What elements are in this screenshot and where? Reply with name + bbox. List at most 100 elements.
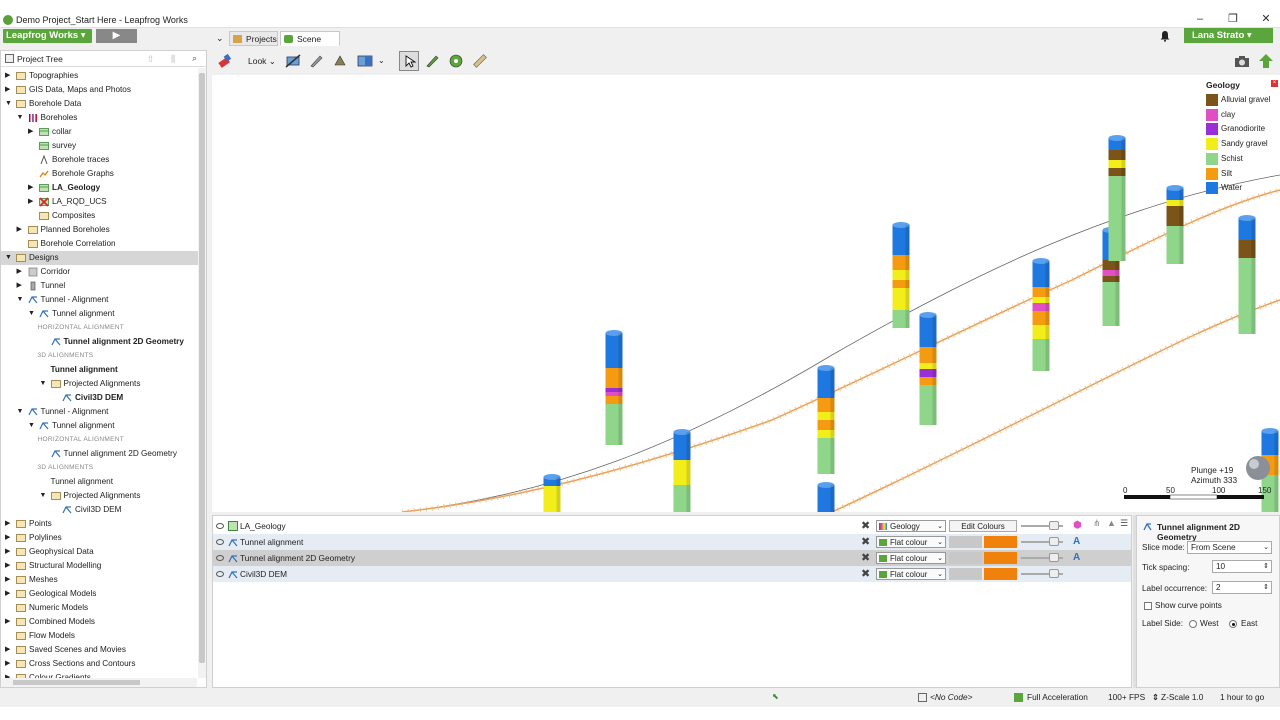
tree-item[interactable]: Tunnel alignment 2D Geometry bbox=[1, 447, 197, 461]
tree-item[interactable]: Flow Models bbox=[1, 629, 197, 643]
expand-arrow-icon[interactable]: ▶ bbox=[17, 223, 25, 237]
tree-item[interactable]: ▼ Projected Alignments bbox=[1, 489, 197, 503]
play-button[interactable]: ▶ bbox=[96, 29, 137, 43]
remove-from-scene-icon[interactable]: ✖ bbox=[861, 550, 870, 566]
look-menu-button[interactable]: Look ⌄ bbox=[248, 56, 276, 67]
expand-arrow-icon[interactable]: ▶ bbox=[5, 545, 13, 559]
secondary-colour-swatch[interactable] bbox=[949, 568, 982, 580]
tree-item[interactable]: ▶ LA_Geology bbox=[1, 181, 197, 195]
maximize-icon[interactable]: ❐ bbox=[1226, 13, 1240, 25]
tree-item[interactable]: ▶ Planned Boreholes bbox=[1, 223, 197, 237]
tree-item[interactable]: ▶ Geophysical Data bbox=[1, 545, 197, 559]
list-menu-icon[interactable]: ☰ bbox=[1120, 518, 1128, 529]
tree-item[interactable]: ▶ Meshes bbox=[1, 573, 197, 587]
visibility-eye-icon[interactable] bbox=[216, 539, 224, 545]
user-menu-button[interactable]: Lana Strato ▾ bbox=[1184, 28, 1273, 43]
collapse-arrow-icon[interactable]: ▼ bbox=[28, 307, 36, 321]
tree-item[interactable]: Tunnel alignment bbox=[1, 475, 197, 489]
edit-colours-button[interactable]: Edit Colours bbox=[949, 520, 1017, 532]
tree-horizontal-scrollbar[interactable] bbox=[1, 678, 197, 687]
tree-item[interactable]: ▶ Points bbox=[1, 517, 197, 531]
expand-arrow-icon[interactable]: ▶ bbox=[5, 587, 13, 601]
tree-item[interactable]: ▶ collar bbox=[1, 125, 197, 139]
expand-arrow-icon[interactable]: ▶ bbox=[28, 195, 36, 209]
tree-item[interactable]: ▼ Tunnel alignment bbox=[1, 307, 197, 321]
tree-item[interactable]: ▼ Tunnel - Alignment bbox=[1, 293, 197, 307]
tree-item[interactable]: Numeric Models bbox=[1, 601, 197, 615]
tree-item[interactable]: ▶ Topographies bbox=[1, 69, 197, 83]
west-radio[interactable] bbox=[1189, 620, 1197, 628]
transparency-slider[interactable] bbox=[1021, 521, 1063, 530]
tree-item[interactable]: Tunnel alignment bbox=[1, 363, 197, 377]
tree-item[interactable]: ▶ Geological Models bbox=[1, 587, 197, 601]
tree-item[interactable]: ▶ Corridor bbox=[1, 265, 197, 279]
visibility-eye-icon[interactable] bbox=[216, 571, 224, 577]
tree-item[interactable]: Borehole Graphs bbox=[1, 167, 197, 181]
tree-item[interactable]: HORIZONTAL ALIGNMENT bbox=[1, 321, 197, 335]
slice-mode-select[interactable]: From Scene ⌄ bbox=[1187, 541, 1272, 554]
orientation-globe[interactable] bbox=[1246, 456, 1270, 480]
remove-from-scene-icon[interactable]: ✖ bbox=[861, 518, 870, 534]
expand-arrow-icon[interactable]: ▶ bbox=[5, 615, 13, 629]
collapse-arrow-icon[interactable]: ▼ bbox=[17, 405, 25, 419]
tree-item[interactable]: ▶ Saved Scenes and Movies bbox=[1, 643, 197, 657]
tree-item[interactable]: ▼ Tunnel alignment bbox=[1, 419, 197, 433]
section-dropdown-icon[interactable]: ⌄ bbox=[378, 56, 385, 65]
tree-item[interactable]: ▶ Polylines bbox=[1, 531, 197, 545]
colour-mode-select[interactable]: Flat colour ⌄ bbox=[876, 552, 946, 564]
status-no-code[interactable]: <No Code> bbox=[930, 692, 972, 702]
expand-arrow-icon[interactable]: ▶ bbox=[5, 83, 13, 97]
tree-item[interactable]: 3D ALIGNMENTS bbox=[1, 349, 197, 363]
tick-spacing-input[interactable]: 10 ⇕ bbox=[1212, 560, 1272, 573]
close-icon[interactable]: ✕ bbox=[1259, 13, 1273, 25]
primary-colour-swatch[interactable] bbox=[984, 552, 1017, 564]
erase-icon[interactable] bbox=[217, 53, 233, 69]
legend-toggle-icon[interactable]: ⬢ bbox=[1073, 518, 1082, 534]
expand-arrow-icon[interactable]: ▶ bbox=[5, 69, 13, 83]
expand-arrow-icon[interactable]: ▶ bbox=[5, 573, 13, 587]
pencil-icon[interactable] bbox=[308, 53, 324, 69]
transparency-slider[interactable] bbox=[1021, 569, 1063, 578]
tree-item[interactable]: ▶ Cross Sections and Contours bbox=[1, 657, 197, 671]
tree-item[interactable]: Tunnel alignment 2D Geometry bbox=[1, 335, 197, 349]
expand-arrow-icon[interactable]: ▶ bbox=[28, 125, 36, 139]
tree-item[interactable]: ▶ GIS Data, Maps and Photos bbox=[1, 83, 197, 97]
shape-row[interactable]: Civil3D DEM ✖ Flat colour ⌄ bbox=[213, 566, 1131, 582]
tree-item[interactable]: ▶ Tunnel bbox=[1, 279, 197, 293]
tree-item[interactable]: ▶ Combined Models bbox=[1, 615, 197, 629]
tree-item[interactable]: ▼ Boreholes bbox=[1, 111, 197, 125]
brand-menu-button[interactable]: Leapfrog Works ▾ bbox=[3, 29, 92, 43]
expand-arrow-icon[interactable]: ▶ bbox=[17, 265, 25, 279]
tree-item[interactable]: ▼ Designs bbox=[1, 251, 206, 265]
primary-colour-swatch[interactable] bbox=[984, 536, 1017, 548]
collapse-arrow-icon[interactable]: ▼ bbox=[17, 293, 25, 307]
minimize-icon[interactable]: – bbox=[1193, 13, 1207, 25]
tree-item[interactable]: ▼ Projected Alignments bbox=[1, 377, 197, 391]
scene-canvas[interactable] bbox=[212, 75, 1280, 515]
section-box-icon[interactable] bbox=[357, 53, 373, 69]
select-tool-button[interactable] bbox=[399, 51, 419, 71]
collapse-arrow-icon[interactable]: ▼ bbox=[40, 377, 48, 391]
notification-bell-icon[interactable] bbox=[1159, 30, 1171, 42]
legend-close-icon[interactable]: × bbox=[1271, 80, 1278, 87]
primary-colour-swatch[interactable] bbox=[984, 568, 1017, 580]
label-toggle-icon[interactable]: A bbox=[1073, 534, 1080, 550]
colour-mode-select[interactable]: Flat colour ⌄ bbox=[876, 536, 946, 548]
tab-scene-view[interactable]: Scene View bbox=[280, 31, 340, 59]
tabs-dropdown-icon[interactable]: ⌄ bbox=[216, 33, 224, 44]
tree-item[interactable]: ▶ LA_RQD_UCS bbox=[1, 195, 197, 209]
tree-item[interactable]: ▶ Structural Modelling bbox=[1, 559, 197, 573]
slice-tool-icon[interactable] bbox=[285, 53, 301, 69]
tree-item[interactable]: HORIZONTAL ALIGNMENT bbox=[1, 433, 197, 447]
expand-arrow-icon[interactable]: ▶ bbox=[17, 279, 25, 293]
shape-row[interactable]: Tunnel alignment ✖ Flat colour ⌄ A bbox=[213, 534, 1131, 550]
tree-item[interactable]: ▼ Borehole Data bbox=[1, 97, 197, 111]
tree-mode-icon[interactable]: ⋔ bbox=[1093, 518, 1101, 529]
tree-item[interactable]: Civil3D DEM bbox=[1, 391, 197, 405]
expand-arrow-icon[interactable]: ▶ bbox=[5, 643, 13, 657]
tab-projects[interactable]: Projects bbox=[229, 31, 278, 46]
ruler-icon[interactable] bbox=[472, 53, 488, 69]
remove-from-scene-icon[interactable]: ✖ bbox=[861, 566, 870, 582]
expand-arrow-icon[interactable]: ▶ bbox=[5, 559, 13, 573]
remove-from-scene-icon[interactable]: ✖ bbox=[861, 534, 870, 550]
